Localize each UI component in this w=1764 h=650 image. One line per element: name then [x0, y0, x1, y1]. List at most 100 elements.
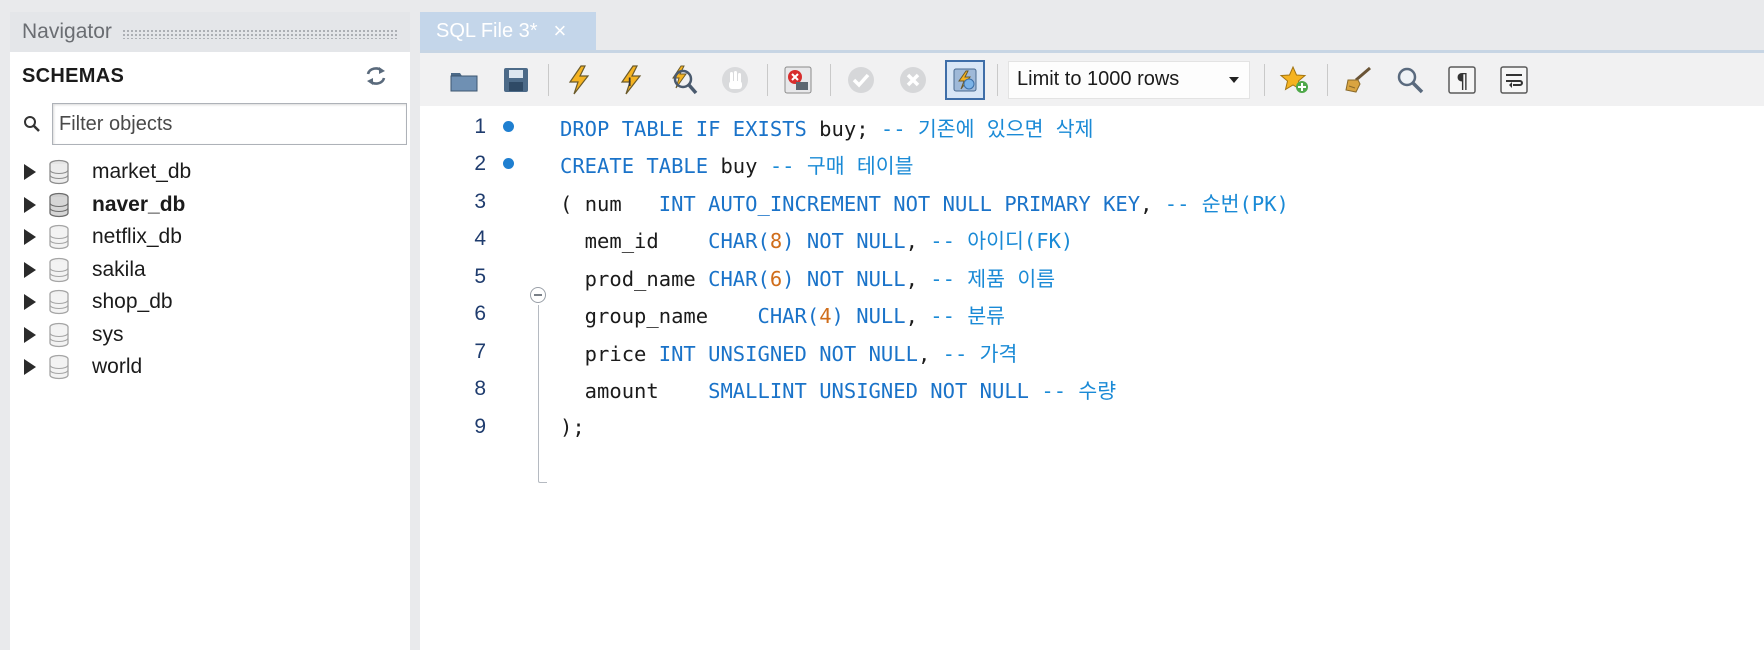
schemas-header: SCHEMAS	[10, 52, 410, 100]
toolbar-separator	[1327, 63, 1328, 96]
identifier: amount	[560, 378, 709, 403]
fold-collapse-icon[interactable]	[530, 287, 546, 303]
keyword: INT UNSIGNED NOT NULL	[658, 341, 918, 366]
navigator-title: Navigator	[22, 20, 112, 43]
schema-item-market-db[interactable]: market_db	[10, 156, 410, 189]
line-number: 1	[474, 114, 486, 138]
toggle-error-icon[interactable]	[778, 60, 818, 100]
sql-editor-panel: SQL File 3* × I Limit to 1000 rows ¶ 1 D…	[420, 12, 1764, 650]
database-icon	[49, 257, 69, 282]
schema-item-shop-db[interactable]: shop_db	[10, 286, 410, 319]
open-folder-icon[interactable]	[444, 60, 484, 100]
schemas-label: SCHEMAS	[22, 64, 125, 87]
keyword: CHAR(	[757, 303, 820, 328]
autocommit-toggle-icon[interactable]	[945, 59, 985, 100]
filter-objects-input[interactable]	[52, 103, 407, 145]
schema-name: market_db	[92, 160, 192, 184]
code-text: group_name CHAR(4) NULL, -- 분류	[560, 299, 1005, 329]
schema-tree: market_db naver_db netflix_db sakila sho…	[10, 150, 410, 384]
keyword: CHAR(	[708, 228, 770, 253]
navigator-panel: Navigator SCHEMAS market_db naver_db	[10, 12, 410, 650]
code-text: );	[560, 415, 585, 439]
expand-arrow-icon[interactable]	[24, 196, 36, 213]
stop-hand-icon[interactable]	[715, 60, 755, 100]
line-number: 8	[474, 376, 486, 400]
panel-drag-grip[interactable]	[122, 29, 398, 39]
toolbar-separator	[997, 63, 998, 96]
add-snippet-star-icon[interactable]	[1275, 60, 1315, 100]
limit-rows-value: Limit to 1000 rows	[1017, 68, 1180, 90]
find-magnifier-icon[interactable]	[1390, 60, 1430, 100]
commit-check-icon[interactable]	[841, 60, 881, 100]
identifier: price	[560, 341, 659, 366]
close-icon[interactable]: ×	[554, 20, 567, 42]
line-number: 2	[474, 151, 486, 175]
search-icon	[24, 116, 40, 132]
schema-name: netflix_db	[92, 225, 182, 249]
identifier: prod_name	[560, 266, 709, 291]
database-icon	[49, 160, 69, 185]
line-number: 5	[474, 264, 486, 288]
keyword: SMALLINT UNSIGNED NOT NULL	[708, 378, 1030, 403]
refresh-icon[interactable]	[364, 65, 388, 87]
comment: -- 분류	[917, 303, 1006, 328]
filter-row	[10, 100, 410, 150]
comment: -- 수량	[1029, 378, 1117, 403]
database-icon	[49, 355, 69, 380]
line-number: 6	[474, 301, 486, 325]
schema-item-sys[interactable]: sys	[10, 319, 410, 352]
comment: -- 순번(PK)	[1152, 191, 1289, 216]
code-text: amount SMALLINT UNSIGNED NOT NULL -- 수량	[560, 374, 1116, 404]
schema-item-world[interactable]: world	[10, 351, 410, 384]
statement-marker-icon	[503, 158, 514, 169]
expand-arrow-icon[interactable]	[24, 164, 36, 181]
editor-tab-strip: SQL File 3* ×	[420, 12, 1764, 50]
code-text: mem_id CHAR(8) NOT NULL, -- 아이디(FK)	[560, 224, 1074, 254]
navigator-header: Navigator	[10, 12, 410, 52]
expand-arrow-icon[interactable]	[24, 261, 36, 278]
punctuation: ,	[1140, 191, 1153, 216]
punctuation: );	[560, 414, 585, 439]
limit-rows-select[interactable]: Limit to 1000 rows	[1008, 60, 1250, 99]
schema-name: sakila	[92, 257, 146, 281]
database-icon	[49, 290, 69, 315]
save-icon[interactable]	[496, 60, 536, 100]
statement-marker-icon	[503, 121, 514, 132]
identifier: num	[584, 191, 659, 216]
code-text: ( num INT AUTO_INCREMENT NOT NULL PRIMAR…	[560, 187, 1289, 217]
identifier: buy	[708, 153, 758, 178]
rollback-x-icon[interactable]	[893, 60, 933, 100]
expand-arrow-icon[interactable]	[24, 229, 36, 246]
number-literal: 8	[769, 228, 783, 253]
punctuation: ,	[905, 266, 918, 291]
line-number: 4	[474, 226, 486, 250]
expand-arrow-icon[interactable]	[24, 294, 36, 311]
punctuation: (	[560, 191, 585, 216]
punctuation: ,	[917, 341, 931, 366]
schema-item-naver-db[interactable]: naver_db	[10, 189, 410, 222]
comment: -- 구매 테이블	[757, 153, 914, 178]
schema-item-sakila[interactable]: sakila	[10, 254, 410, 287]
comment: -- 아이디(FK)	[917, 228, 1074, 253]
toolbar-separator	[548, 63, 549, 96]
word-wrap-icon[interactable]	[1494, 60, 1534, 100]
schema-item-netflix-db[interactable]: netflix_db	[10, 221, 410, 254]
punctuation: ,	[905, 303, 918, 328]
toolbar-separator	[830, 63, 831, 96]
editor-toolbar: I Limit to 1000 rows ¶	[420, 50, 1764, 106]
explain-magnifier-icon[interactable]	[663, 60, 703, 100]
execute-lightning-icon[interactable]	[559, 60, 599, 100]
punctuation: ,	[905, 228, 918, 253]
expand-arrow-icon[interactable]	[24, 359, 36, 376]
chevron-down-icon	[1229, 76, 1239, 83]
keyword: ) NOT NULL	[782, 266, 906, 291]
invisible-chars-pilcrow-icon[interactable]: ¶	[1442, 60, 1482, 100]
tab-sql-file-3[interactable]: SQL File 3* ×	[420, 12, 596, 50]
line-number: 9	[474, 414, 486, 438]
beautify-brush-icon[interactable]	[1338, 60, 1378, 100]
tab-label: SQL File 3*	[436, 19, 538, 42]
identifier: mem_id	[560, 228, 709, 253]
expand-arrow-icon[interactable]	[24, 326, 36, 343]
sql-code-editor[interactable]: 1 DROP TABLE IF EXISTS buy; -- 기존에 있으면 삭…	[420, 106, 1764, 650]
execute-current-lightning-icon[interactable]: I	[611, 60, 651, 100]
